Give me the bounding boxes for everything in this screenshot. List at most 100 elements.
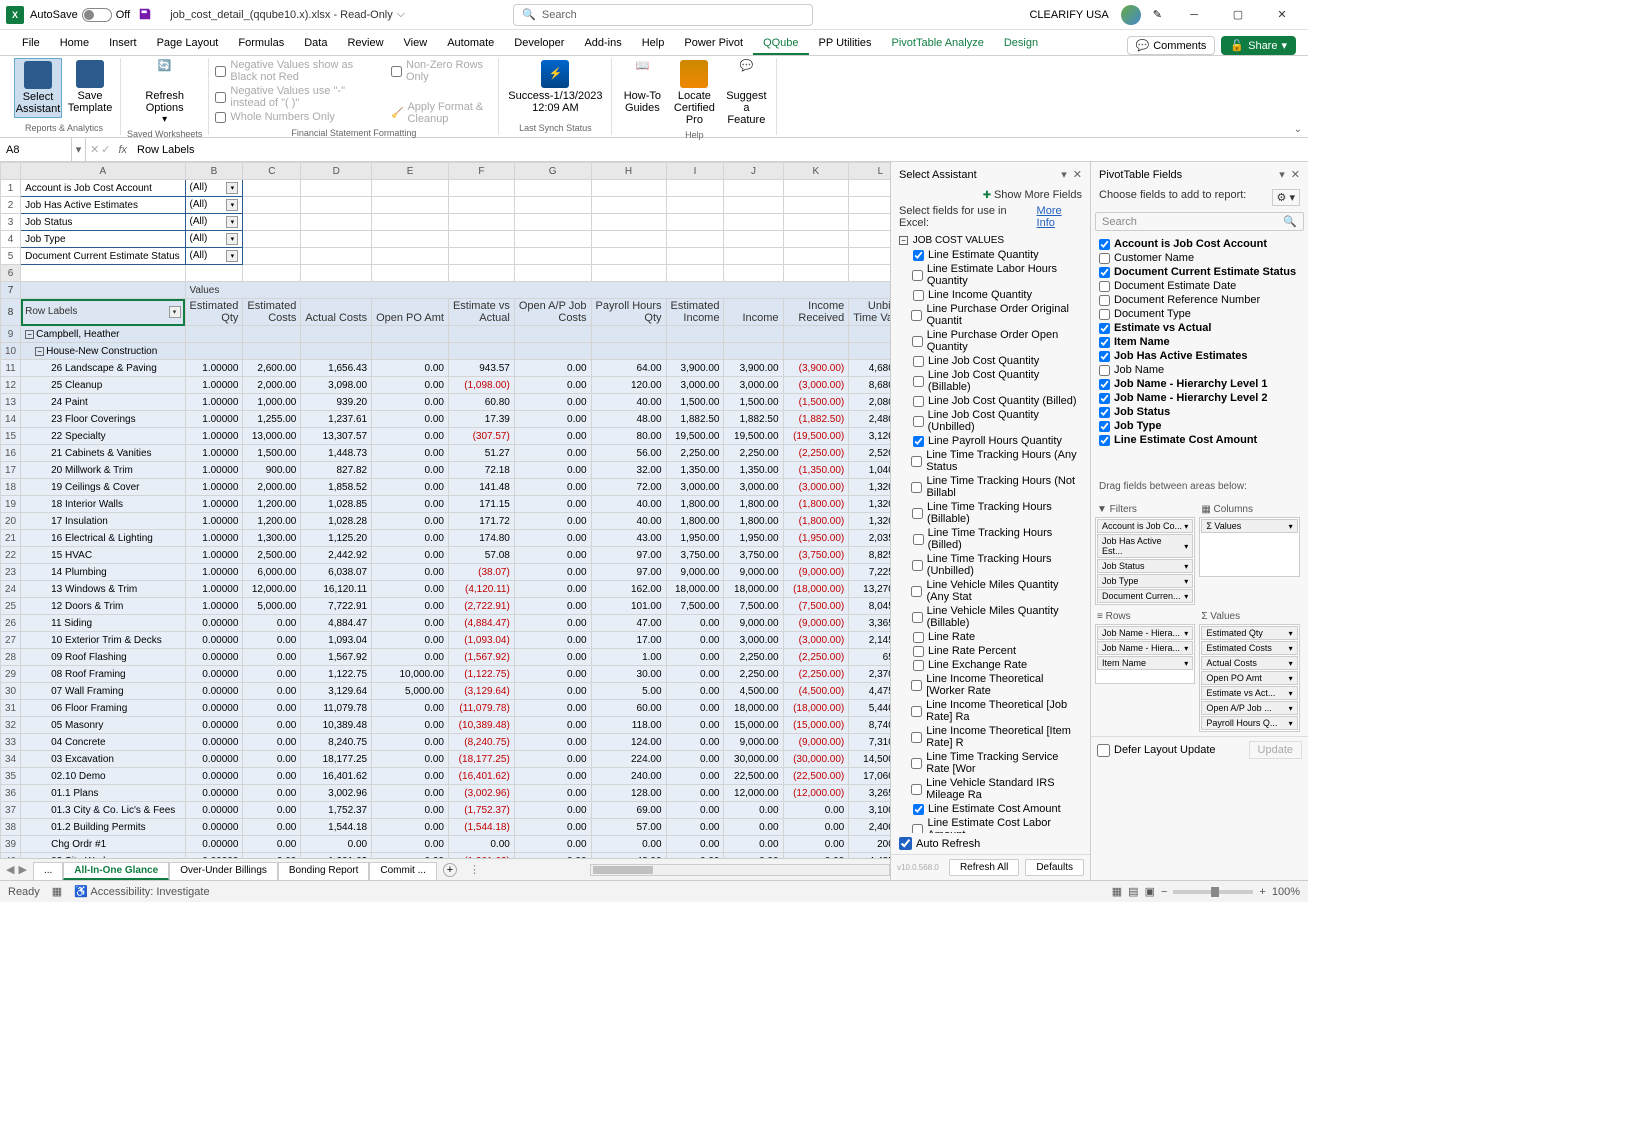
- ribbon-tab-view[interactable]: View: [394, 33, 438, 55]
- ptf-chip[interactable]: Job Name - Hiera...▾: [1097, 626, 1193, 640]
- ribbon-tab-power-pivot[interactable]: Power Pivot: [674, 33, 753, 55]
- ptf-area-rows[interactable]: ≡ RowsJob Name - Hiera...▾Job Name - Hie…: [1095, 609, 1195, 732]
- ribbon-tab-file[interactable]: File: [12, 33, 50, 55]
- ribbon-tab-help[interactable]: Help: [632, 33, 675, 55]
- horizontal-scrollbar[interactable]: [590, 864, 890, 876]
- field-checkbox[interactable]: Line Income Quantity: [895, 288, 1086, 302]
- ptf-area-filters[interactable]: ▼ FiltersAccount is Job Co...▾Job Has Ac…: [1095, 502, 1195, 605]
- neg-red-check[interactable]: [215, 66, 226, 77]
- account-name[interactable]: CLEARIFY USA: [1029, 9, 1108, 21]
- field-checkbox[interactable]: Line Income Theoretical [Item Rate] R: [895, 724, 1086, 750]
- ptf-chip[interactable]: Payroll Hours Q...▾: [1201, 716, 1297, 730]
- ptf-area-values[interactable]: Σ ValuesEstimated Qty▾Estimated Costs▾Ac…: [1199, 609, 1299, 732]
- ribbon-tab-pivottable-analyze[interactable]: PivotTable Analyze: [882, 33, 994, 55]
- name-box[interactable]: A8: [0, 138, 72, 161]
- pane-close-icon[interactable]: ✕: [1073, 168, 1082, 181]
- auto-refresh-check[interactable]: [899, 837, 912, 850]
- row-labels-dropdown[interactable]: ▾: [169, 306, 181, 318]
- save-template-button[interactable]: Save Template: [66, 58, 114, 116]
- ptf-chip[interactable]: Job Has Active Est...▾: [1097, 534, 1193, 558]
- ptf-field[interactable]: Item Name: [1095, 335, 1304, 349]
- zoom-in-icon[interactable]: +: [1259, 886, 1265, 898]
- ptf-chip[interactable]: Σ Values▾: [1201, 519, 1297, 533]
- field-checkbox[interactable]: Line Vehicle Miles Quantity (Billable): [895, 604, 1086, 630]
- ribbon-tab-data[interactable]: Data: [294, 33, 337, 55]
- ptf-field[interactable]: Job Name - Hierarchy Level 2: [1095, 391, 1304, 405]
- field-checkbox[interactable]: Line Job Cost Quantity (Billed): [895, 394, 1086, 408]
- sheet-tab[interactable]: Commit ...: [369, 862, 437, 880]
- filename-chevron-icon[interactable]: ⌵: [397, 8, 405, 21]
- zoom-out-icon[interactable]: −: [1161, 886, 1167, 898]
- ptf-field[interactable]: Document Type: [1095, 307, 1304, 321]
- ptf-field[interactable]: Document Estimate Date: [1095, 279, 1304, 293]
- neg-dash-check[interactable]: [215, 92, 226, 103]
- ptf-chip[interactable]: Job Status▾: [1097, 559, 1193, 573]
- field-checkbox[interactable]: Line Vehicle Standard IRS Mileage Ra: [895, 776, 1086, 802]
- ptf-chip[interactable]: Estimate vs Act...▾: [1201, 686, 1297, 700]
- field-checkbox[interactable]: Line Exchange Rate: [895, 658, 1086, 672]
- ribbon-tab-developer[interactable]: Developer: [504, 33, 574, 55]
- ptf-chip[interactable]: Document Curren...▾: [1097, 589, 1193, 603]
- certified-button[interactable]: Locate Certified Pro: [670, 58, 718, 128]
- defaults-button[interactable]: Defaults: [1025, 859, 1084, 876]
- ribbon-tab-automate[interactable]: Automate: [437, 33, 504, 55]
- sheet-tab[interactable]: All-In-One Glance: [63, 862, 169, 880]
- sheet-tab[interactable]: Bonding Report: [278, 862, 370, 880]
- pane-options-icon[interactable]: ▾: [1279, 168, 1285, 181]
- ptf-chip[interactable]: Item Name▾: [1097, 656, 1193, 670]
- ptf-chip[interactable]: Estimated Qty▾: [1201, 626, 1297, 640]
- field-checkbox[interactable]: Line Time Tracking Hours (Not Billabl: [895, 474, 1086, 500]
- ptf-chip[interactable]: Job Type▾: [1097, 574, 1193, 588]
- ribbon-tab-formulas[interactable]: Formulas: [228, 33, 294, 55]
- ptf-field[interactable]: Account is Job Cost Account: [1095, 237, 1304, 251]
- tree-root[interactable]: − JOB COST VALUES: [895, 233, 1086, 248]
- fx-icon[interactable]: fx: [114, 144, 131, 156]
- filter-dropdown[interactable]: ▾: [226, 199, 238, 211]
- field-checkbox[interactable]: Line Estimate Labor Hours Quantity: [895, 262, 1086, 288]
- field-checkbox[interactable]: Line Job Cost Quantity (Billable): [895, 368, 1086, 394]
- ribbon-collapse-icon[interactable]: ⌄: [1294, 124, 1302, 135]
- account-avatar-icon[interactable]: [1121, 5, 1141, 25]
- tab-prev-icon[interactable]: ◀: [6, 863, 14, 876]
- ribbon-tab-home[interactable]: Home: [50, 33, 99, 55]
- pane-options-icon[interactable]: ▾: [1061, 168, 1067, 181]
- ribbon-tab-add-ins[interactable]: Add-ins: [574, 33, 631, 55]
- toggle-off-icon[interactable]: [82, 8, 112, 22]
- howto-button[interactable]: 📖How-To Guides: [618, 58, 666, 116]
- suggest-button[interactable]: 💬Suggest a Feature: [722, 58, 770, 128]
- ptf-chip[interactable]: Job Name - Hiera...▾: [1097, 641, 1193, 655]
- field-checkbox[interactable]: Line Estimate Quantity: [895, 248, 1086, 262]
- pane-close-icon[interactable]: ✕: [1291, 168, 1300, 181]
- ptf-field[interactable]: Job Type: [1095, 419, 1304, 433]
- field-checkbox[interactable]: Line Income Theoretical [Worker Rate: [895, 672, 1086, 698]
- ribbon-tab-page-layout[interactable]: Page Layout: [147, 33, 229, 55]
- sheet-tab[interactable]: ...: [33, 862, 63, 880]
- filter-dropdown[interactable]: ▾: [226, 233, 238, 245]
- ptf-chip[interactable]: Open PO Amt▾: [1201, 671, 1297, 685]
- ribbon-tab-design[interactable]: Design: [994, 33, 1048, 55]
- comments-button[interactable]: 💬 Comments: [1127, 36, 1216, 55]
- name-box-dropdown[interactable]: ▾: [72, 138, 86, 161]
- ptf-field[interactable]: Customer Name: [1095, 251, 1304, 265]
- save-icon[interactable]: [138, 7, 154, 23]
- refresh-all-button[interactable]: Refresh All: [949, 859, 1019, 876]
- filter-dropdown[interactable]: ▾: [226, 250, 238, 262]
- apply-format-button[interactable]: Apply Format & Cleanup: [407, 101, 492, 125]
- close-button[interactable]: ✕: [1262, 2, 1302, 28]
- field-checkbox[interactable]: Line Income Theoretical [Job Rate] Ra: [895, 698, 1086, 724]
- ptf-field[interactable]: Document Current Estimate Status: [1095, 265, 1304, 279]
- field-checkbox[interactable]: Line Job Cost Quantity (Unbilled): [895, 408, 1086, 434]
- share-button[interactable]: 🔓 Share ▾: [1221, 36, 1296, 55]
- ptf-field[interactable]: Line Estimate Cost Amount: [1095, 433, 1304, 447]
- more-info-link[interactable]: More Info: [1037, 205, 1082, 229]
- ptf-field[interactable]: Job Name: [1095, 363, 1304, 377]
- maximize-button[interactable]: ▢: [1218, 2, 1258, 28]
- show-more-fields[interactable]: Show More Fields: [891, 187, 1090, 203]
- ptf-chip[interactable]: Actual Costs▾: [1201, 656, 1297, 670]
- select-assistant-button[interactable]: Select Assistant: [14, 58, 62, 118]
- view-break-icon[interactable]: ▣: [1145, 885, 1155, 898]
- ribbon-tab-insert[interactable]: Insert: [99, 33, 147, 55]
- tab-next-icon[interactable]: ▶: [18, 863, 26, 876]
- defer-update-check[interactable]: [1097, 744, 1110, 757]
- tips-icon[interactable]: ✎: [1153, 8, 1162, 21]
